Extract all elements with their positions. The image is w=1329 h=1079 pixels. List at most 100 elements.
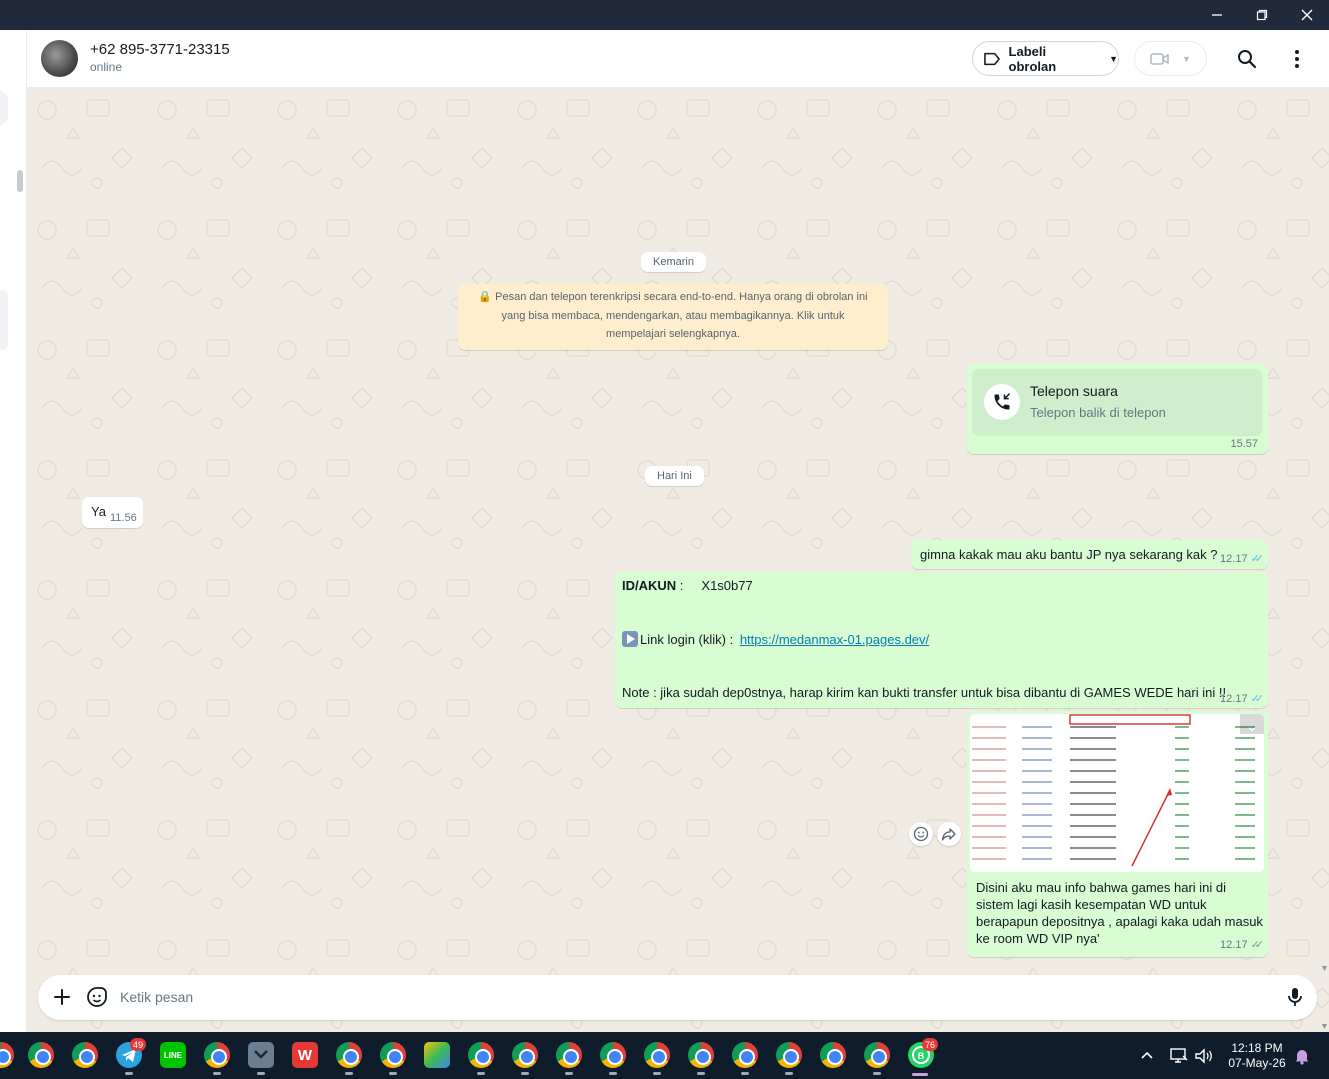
voice-message-button[interactable] [1283,985,1307,1009]
plus-icon [54,989,70,1005]
line-app-icon[interactable]: LINE [160,1042,186,1068]
phone-callback-icon [984,384,1020,420]
encryption-notice[interactable]: 🔒 Pesan dan telepon terenkripsi secara e… [458,284,888,350]
incoming-message[interactable]: Ya 11.56 [82,497,143,528]
chrome-icon[interactable] [468,1042,494,1068]
message-time: 12.17 ✓✓ [1220,552,1265,566]
date-separator-today: Hari Ini [645,466,704,486]
messages-scrollbar[interactable] [1320,88,1329,1032]
chrome-icon[interactable] [380,1042,406,1068]
label-chat-text: Labeli obrolan [1008,43,1057,74]
emoji-reaction-button[interactable] [909,822,933,846]
svg-text:B: B [918,1051,925,1061]
chrome-icon[interactable] [336,1042,362,1068]
chevron-up-icon [1141,1051,1153,1059]
chrome-icon[interactable] [72,1042,98,1068]
sticker-button[interactable] [85,985,109,1009]
message-composer [38,975,1317,1020]
chrome-icon[interactable] [864,1042,890,1068]
forward-button[interactable] [937,822,961,846]
play-button-icon [622,631,638,647]
call-subtitle: Telepon balik di telepon [1030,405,1166,420]
read-ticks-icon: ✓✓ [1250,693,1265,705]
close-icon[interactable] [1285,0,1329,30]
date-separator-yesterday: Kemarin [641,252,706,272]
contact-name[interactable]: +62 895-3771-23315 [90,41,230,58]
search-icon [1238,50,1257,69]
chat-messages-area[interactable]: Kemarin 🔒 Pesan dan telepon terenkripsi … [27,88,1329,1032]
message-text: Note : jika sudah dep0stnya, harap kirim… [622,685,1227,700]
show-hidden-icons-button[interactable] [1139,1032,1155,1079]
system-clock[interactable]: 12:18 PM 07-May-26 [1222,1041,1292,1071]
menu-button[interactable] [1285,47,1309,71]
message-time: 11.56 [110,512,137,524]
chrome-icon[interactable] [644,1042,670,1068]
notification-bell-icon[interactable] [1294,1032,1310,1079]
sticker-icon [87,987,107,1007]
emoji-icon [913,826,929,842]
chrome-icon[interactable] [732,1042,758,1068]
attach-button[interactable] [50,985,74,1009]
message-text: gimna kakak mau aku bantu JP nya sekaran… [920,547,1218,562]
chrome-icon[interactable] [204,1042,230,1068]
chrome-icon[interactable] [776,1042,802,1068]
outgoing-message[interactable]: ID/AKUN : X1s0b77 Link login (klik) : htt… [615,572,1268,708]
chrome-icon[interactable] [512,1042,538,1068]
avatar[interactable] [41,40,78,77]
forward-icon [941,828,956,841]
login-link-line: Link login (klik) : https://medanmax-01.… [622,631,929,647]
outgoing-message[interactable]: gimna kakak mau aku bantu JP nya sekaran… [911,540,1268,569]
label-chat-button[interactable]: Labeli obrolan ▼ [972,41,1119,76]
clock-date: 07-May-26 [1228,1056,1286,1070]
read-ticks-icon: ✓✓ [1250,553,1265,565]
chevron-down-icon: ▼ [1109,53,1118,64]
video-call-icon [1150,52,1169,65]
contact-status: online [90,60,123,74]
image-caption: Disini aku mau info bahwa games hari ini… [976,880,1263,946]
message-time: 15.57 [1230,438,1258,450]
network-icon[interactable] [1169,1032,1189,1079]
chrome-icon[interactable] [688,1042,714,1068]
video-call-button[interactable]: ▼ [1134,41,1207,76]
chrome-icon[interactable] [28,1042,54,1068]
message-input[interactable] [120,983,1260,1011]
voice-call-card[interactable]: Telepon suara Telepon balik di telepon [972,369,1262,436]
chat-list-edge [0,30,27,1032]
sidebar-toggle[interactable] [0,90,8,126]
message-time: 12.17 ✓✓ [1220,692,1265,706]
account-id-value: X1s0b77 [701,578,753,593]
search-button[interactable] [1235,47,1259,71]
delivered-ticks-icon: ✓✓ [1250,939,1265,951]
chevron-down-icon: ▼ [1182,53,1191,64]
volume-icon[interactable] [1194,1032,1214,1079]
bluestacks-icon[interactable] [424,1042,450,1068]
account-id-line: ID/AKUN : X1s0b77 [622,578,753,593]
selected-chat-edge[interactable] [0,290,8,350]
chat-list-scrollbar[interactable] [17,170,23,192]
wps-office-icon[interactable]: W [292,1042,318,1068]
minimize-icon[interactable] [1195,0,1239,30]
outgoing-image-message[interactable]: ⌄ Disini aku mau info bahwa games hari i… [967,711,1268,957]
microphone-icon [1288,988,1302,1006]
chevron-down-icon[interactable]: ⌄ [1246,718,1258,735]
voice-call-bubble[interactable]: Telepon suara Telepon balik di telepon 1… [967,364,1268,454]
screenshot-image[interactable]: ⌄ [970,714,1264,872]
login-link[interactable]: https://medanmax-01.pages.dev/ [740,632,929,647]
message-text: Ya [91,504,106,519]
telegram-unread-badge: 49 [130,1038,147,1051]
message-time: 12.17 ✓✓ [1220,938,1265,952]
mail-app-icon[interactable] [248,1042,274,1068]
clock-time: 12:18 PM [1231,1041,1283,1055]
chrome-icon[interactable] [600,1042,626,1068]
account-id-label: ID/AKUN [622,578,677,593]
label-icon [984,52,1000,65]
call-title: Telepon suara [1030,383,1118,399]
chrome-icon[interactable] [820,1042,846,1068]
taskbar: 49 LINE W B 76 12:18 PM 07-May-26 [0,1032,1329,1079]
window-titlebar [0,0,1329,30]
restore-icon[interactable] [1240,0,1284,30]
whatsapp-unread-badge: 76 [922,1038,939,1051]
chrome-icon[interactable] [0,1042,14,1068]
chat-header: +62 895-3771-23315 online Labeli obrolan… [27,30,1329,88]
chrome-icon[interactable] [556,1042,582,1068]
